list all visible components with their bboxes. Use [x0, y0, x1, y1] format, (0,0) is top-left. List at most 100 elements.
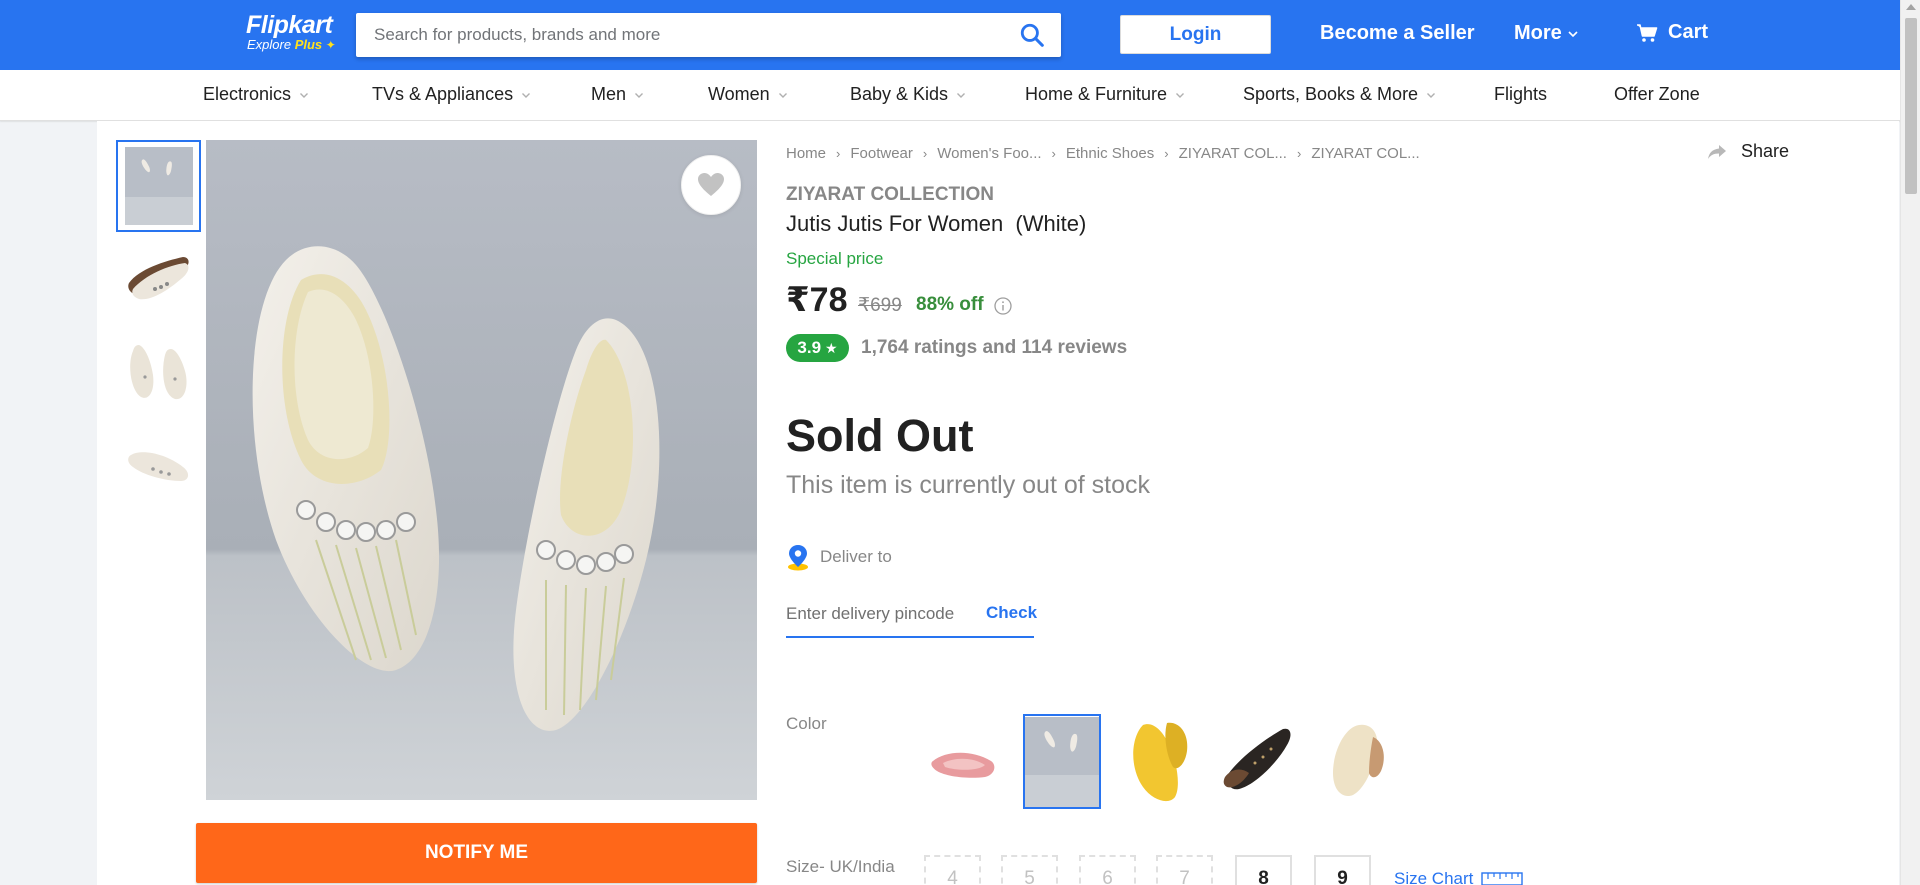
out-of-stock-message: This item is currently out of stock [786, 471, 1151, 499]
chevron-right-icon: › [1051, 146, 1056, 161]
category-tvs-appliances[interactable]: TVs & Appliances [372, 84, 531, 105]
deliver-to: Deliver to [786, 543, 892, 571]
main-product-image[interactable] [206, 140, 757, 800]
product-brand[interactable]: ZIYARAT COLLECTION [786, 184, 994, 206]
discount-label: 88% off [916, 294, 984, 315]
cart-link[interactable]: Cart [1636, 21, 1708, 44]
search-input[interactable] [374, 13, 994, 57]
category-men[interactable]: Men [591, 84, 644, 105]
category-label: Women [708, 84, 770, 104]
category-label: TVs & Appliances [372, 84, 514, 104]
breadcrumb-item[interactable]: Ethnic Shoes [1066, 145, 1154, 162]
info-icon[interactable] [993, 296, 1013, 316]
chevron-down-icon [778, 92, 787, 98]
color-swatch-yellow[interactable] [1121, 714, 1199, 809]
thumbnail-2[interactable] [116, 232, 201, 324]
category-home-furniture[interactable]: Home & Furniture [1025, 84, 1185, 105]
ruler-icon [1481, 872, 1524, 885]
rating-badge[interactable]: 3.9 ★ [786, 334, 849, 362]
category-label: Flights [1494, 84, 1548, 104]
top-header: Flipkart Explore Plus ✦ Login Become a S… [0, 0, 1900, 70]
cart-icon [1637, 23, 1658, 42]
size-option-4[interactable]: 4 [924, 855, 981, 885]
heart-icon [698, 173, 724, 196]
category-label: Offer Zone [1614, 84, 1700, 104]
color-swatch-cream[interactable] [1317, 714, 1395, 809]
breadcrumb-item[interactable]: Women's Foo... [937, 145, 1041, 162]
pincode-input[interactable] [786, 597, 966, 631]
logo-subtitle: Explore Plus ✦ [247, 37, 336, 53]
juti-shoes-image [206, 140, 757, 800]
sold-out-heading: Sold Out [786, 410, 974, 461]
category-label: Electronics [203, 84, 292, 104]
logo-brand: Flipkart [246, 11, 333, 39]
color-swatch-pink[interactable] [925, 714, 1003, 809]
logo-plus: Plus [294, 37, 323, 52]
chevron-down-icon [635, 92, 644, 98]
share-button[interactable]: Share [1707, 141, 1789, 162]
chevron-down-icon [522, 92, 531, 98]
check-pincode-button[interactable]: Check [986, 603, 1037, 623]
chevron-right-icon: › [922, 146, 928, 161]
chevron-down-icon [300, 92, 309, 98]
thumbnail-4[interactable] [116, 416, 201, 508]
breadcrumb-item[interactable]: ZIYARAT COL... [1179, 145, 1287, 162]
category-nav: Electronics TVs & Appliances Men Women B… [0, 70, 1900, 121]
color-swatch-black[interactable] [1219, 714, 1297, 809]
plus-star-icon: ✦ [325, 38, 336, 52]
notify-me-button[interactable]: NOTIFY ME [196, 823, 757, 883]
shoe-thumbnail-image [124, 147, 193, 225]
login-button[interactable]: Login [1120, 15, 1271, 54]
chevron-down-icon [1176, 92, 1185, 98]
size-option-5[interactable]: 5 [1001, 855, 1058, 885]
color-label: Color [786, 714, 827, 733]
search-bar [356, 13, 1061, 57]
wishlist-button[interactable] [681, 155, 741, 215]
deliver-to-label: Deliver to [820, 547, 892, 566]
scrollbar-thumb[interactable] [1905, 18, 1917, 194]
star-icon: ★ [825, 339, 838, 356]
category-women[interactable]: Women [708, 84, 788, 105]
size-option-7[interactable]: 7 [1156, 855, 1213, 885]
category-electronics[interactable]: Electronics [203, 84, 309, 105]
category-sports-books[interactable]: Sports, Books & More [1243, 84, 1436, 105]
category-label: Baby & Kids [850, 84, 949, 104]
more-menu[interactable]: More [1514, 22, 1578, 45]
chevron-down-icon [1427, 92, 1436, 98]
search-icon[interactable] [1019, 22, 1045, 48]
chevron-right-icon: › [1296, 146, 1302, 161]
thumbnail-1[interactable] [116, 140, 201, 232]
category-flights[interactable]: Flights [1494, 84, 1547, 105]
share-icon [1708, 144, 1726, 159]
category-label: Sports, Books & More [1243, 84, 1419, 104]
category-offer-zone[interactable]: Offer Zone [1614, 84, 1700, 105]
special-price-label: Special price [786, 249, 884, 268]
page-scrollbar[interactable] [1900, 0, 1920, 885]
thumbnail-3[interactable] [116, 324, 201, 416]
share-label: Share [1741, 141, 1790, 161]
category-baby-kids[interactable]: Baby & Kids [850, 84, 966, 105]
become-seller-link[interactable]: Become a Seller [1320, 22, 1475, 45]
size-option-9[interactable]: 9 [1314, 855, 1371, 885]
chevron-down-icon [957, 92, 966, 98]
breadcrumb-item[interactable]: Home [786, 145, 826, 162]
flipkart-logo[interactable]: Flipkart Explore Plus ✦ [246, 12, 336, 52]
chevron-right-icon: › [836, 146, 841, 161]
color-swatch-white[interactable] [1023, 714, 1101, 809]
breadcrumb: Home › Footwear › Women's Foo... › Ethnic S… [786, 145, 1420, 162]
size-label: Size- UK/India [786, 857, 895, 876]
scroll-up-icon[interactable] [1906, 4, 1916, 10]
selling-price: ₹78 [786, 281, 848, 319]
size-option-6[interactable]: 6 [1079, 855, 1136, 885]
shoe-swatch-image [1123, 716, 1197, 807]
breadcrumb-item[interactable]: Footwear [850, 145, 913, 162]
ratings-reviews-count[interactable]: 1,764 ratings and 114 reviews [861, 337, 1127, 359]
size-chart-link[interactable]: Size Chart [1394, 869, 1524, 885]
cart-label: Cart [1668, 21, 1709, 43]
more-label: More [1514, 22, 1562, 44]
rating-value: 3.9 [797, 338, 822, 357]
shoe-swatch-image [1025, 716, 1099, 807]
chevron-down-icon [1568, 30, 1578, 37]
breadcrumb-item[interactable]: ZIYARAT COL... [1311, 145, 1419, 162]
size-option-8[interactable]: 8 [1235, 855, 1292, 885]
